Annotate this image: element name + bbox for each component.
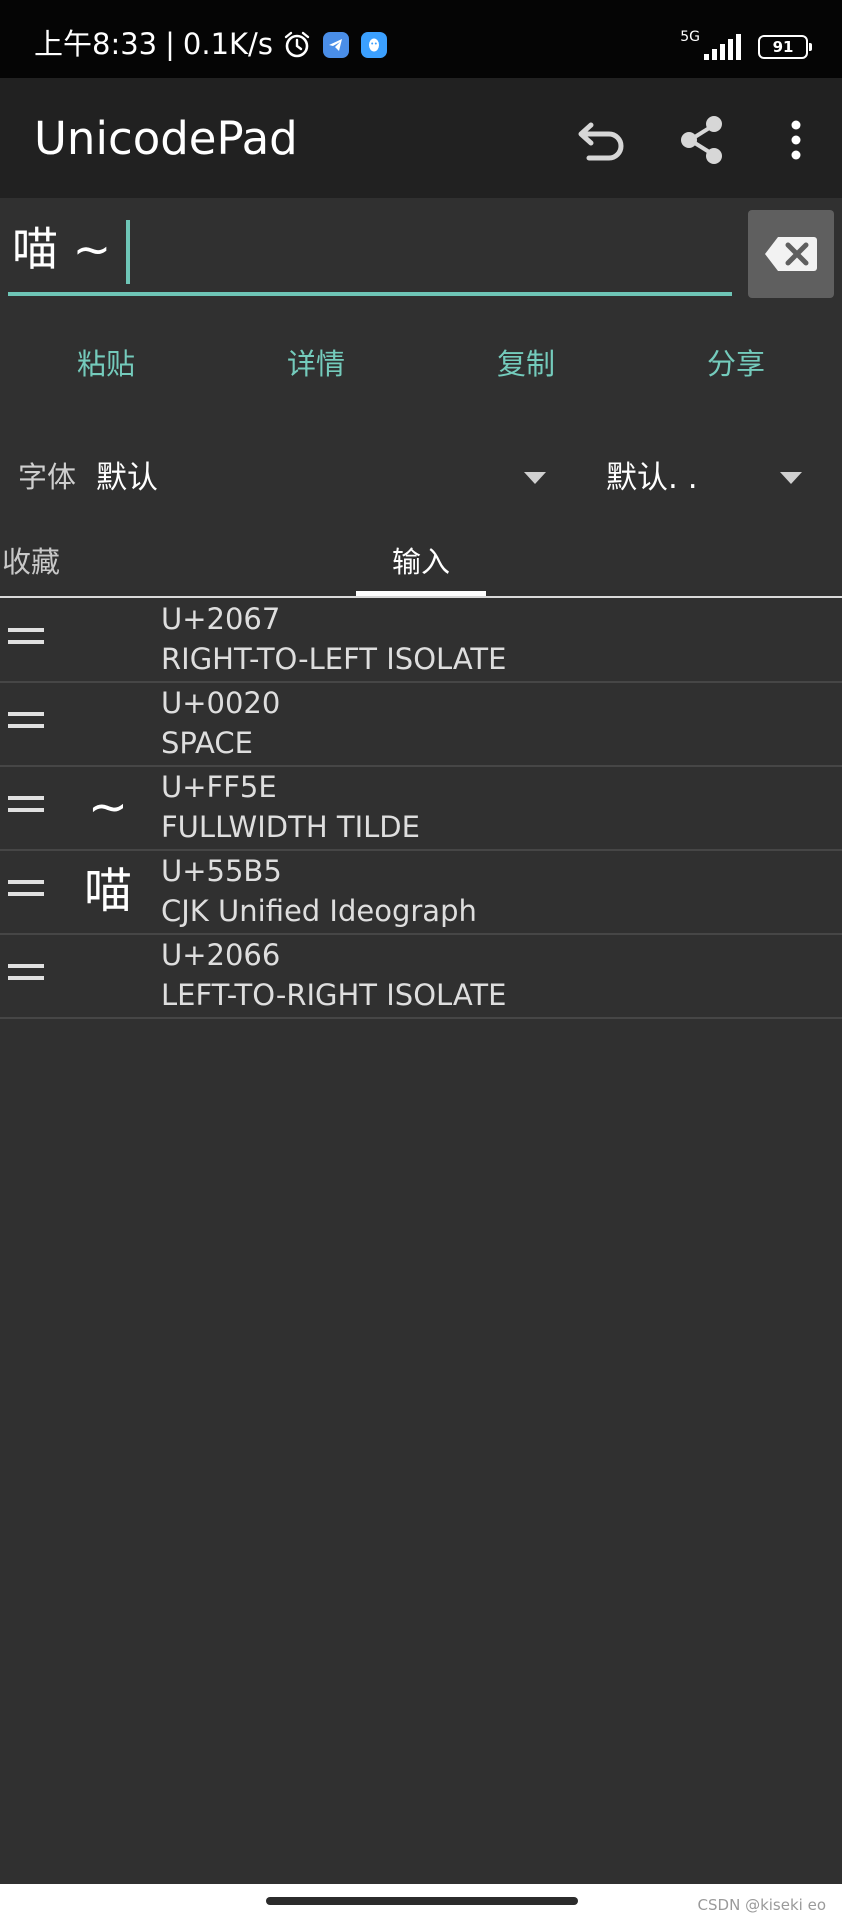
network-label: 5G — [680, 29, 700, 45]
battery-icon: 91 — [758, 35, 812, 59]
char-name: FULLWIDTH TILDE — [161, 810, 420, 844]
text-caret — [126, 220, 130, 284]
input-text[interactable]: 喵 ~ — [12, 226, 126, 272]
char-name: SPACE — [161, 726, 253, 760]
char-code: U+FF5E — [161, 770, 277, 804]
tab-favorites[interactable]: 收藏 — [2, 548, 60, 577]
status-time: 上午8:33 — [34, 27, 158, 61]
backspace-button[interactable] — [748, 210, 834, 298]
backspace-icon — [765, 237, 817, 271]
more-vert-icon — [791, 120, 801, 160]
status-left: 上午8:33 | 0.1K/s — [34, 30, 387, 59]
status-bar: 上午8:33 | 0.1K/s 5G 91 — [0, 0, 842, 78]
list-item[interactable]: U+0020 SPACE — [0, 683, 842, 767]
undo-button[interactable] — [570, 108, 634, 172]
character-list: U+2067 RIGHT-TO-LEFT ISOLATE U+0020 SPAC… — [0, 599, 842, 1019]
tab-bar: 收藏 输入 — [0, 530, 842, 598]
char-glyph: 喵 — [83, 863, 132, 919]
list-item[interactable]: 喵 U+55B5 CJK Unified Ideograph — [0, 851, 842, 935]
home-indicator[interactable] — [266, 1897, 578, 1905]
char-code: U+0020 — [161, 686, 281, 720]
paste-button[interactable]: 粘贴 — [26, 350, 186, 379]
drag-handle-icon[interactable] — [8, 712, 44, 736]
status-net-speed: 0.1K/s — [182, 27, 273, 61]
undo-icon — [578, 122, 624, 161]
char-code: U+2066 — [161, 938, 281, 972]
app-title: UnicodePad — [34, 112, 298, 165]
copy-button[interactable]: 复制 — [446, 350, 606, 379]
font-select[interactable]: 默认 — [96, 463, 158, 494]
font-variant-select[interactable]: 默认. . — [606, 463, 698, 494]
tab-divider — [0, 596, 842, 598]
list-item[interactable]: ~ U+FF5E FULLWIDTH TILDE — [0, 767, 842, 851]
char-name: CJK Unified Ideograph — [161, 894, 477, 928]
status-separator: | — [165, 27, 175, 61]
drag-handle-icon[interactable] — [8, 796, 44, 820]
list-item[interactable]: U+2066 LEFT-TO-RIGHT ISOLATE — [0, 935, 842, 1019]
tab-input[interactable]: 输入 — [392, 548, 450, 577]
font-label: 字体 — [18, 460, 77, 494]
action-row: 粘贴 详情 复制 分享 — [0, 340, 842, 400]
char-name: LEFT-TO-RIGHT ISOLATE — [161, 978, 507, 1012]
char-name: RIGHT-TO-LEFT ISOLATE — [161, 642, 507, 676]
drag-handle-icon[interactable] — [8, 628, 44, 652]
status-right: 5G 91 — [680, 30, 812, 60]
char-code: U+2067 — [161, 602, 281, 636]
list-item[interactable]: U+2067 RIGHT-TO-LEFT ISOLATE — [0, 599, 842, 683]
drag-handle-icon[interactable] — [8, 880, 44, 904]
battery-level: 91 — [772, 37, 794, 56]
text-input-field[interactable]: 喵 ~ — [8, 210, 732, 296]
signal-icon — [704, 34, 741, 60]
char-code: U+55B5 — [161, 854, 282, 888]
more-options-button[interactable] — [764, 108, 828, 172]
font-row: 字体 默认 默认. . — [0, 448, 842, 508]
qq-icon — [360, 31, 387, 58]
alarm-icon — [284, 31, 310, 57]
share-button[interactable] — [670, 108, 734, 172]
chevron-down-icon[interactable] — [524, 472, 546, 484]
input-underline — [8, 292, 732, 296]
watermark: CSDN @kiseki eo — [697, 1896, 826, 1914]
share-text-button[interactable]: 分享 — [656, 350, 816, 379]
chevron-down-icon[interactable] — [780, 472, 802, 484]
share-icon — [681, 116, 722, 164]
telegram-icon — [322, 31, 349, 58]
drag-handle-icon[interactable] — [8, 964, 44, 988]
char-glyph: ~ — [87, 779, 129, 835]
details-button[interactable]: 详情 — [236, 350, 396, 379]
app-bar: UnicodePad — [0, 78, 842, 198]
